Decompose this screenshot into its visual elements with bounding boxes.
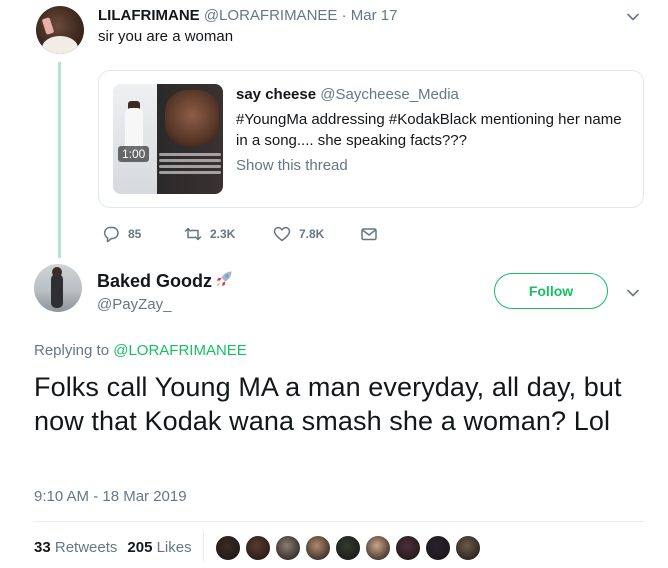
chevron-down-icon[interactable]: [626, 286, 640, 300]
stats-vertical-separator: [203, 532, 204, 562]
author-name-text: Baked Goodz: [97, 271, 213, 291]
parent-author-name[interactable]: LILAFRIMANE: [98, 7, 200, 24]
quoted-author-name[interactable]: say cheese: [236, 86, 316, 103]
parent-tweet-header: LILAFRIMANE @LORAFRIMANEE · Mar 17: [98, 7, 397, 24]
parent-author-avatar[interactable]: [36, 6, 84, 54]
liker-avatar[interactable]: [334, 534, 362, 562]
direct-message-action[interactable]: [360, 225, 378, 243]
retweet-icon: [184, 227, 202, 241]
likes-label: Likes: [156, 539, 192, 556]
quoted-tweet-card[interactable]: 1:00 say cheese @Saycheese_Media #YoungM…: [98, 70, 644, 208]
retweet-action[interactable]: 2.3K: [184, 225, 235, 243]
video-duration-badge: 1:00: [118, 146, 150, 162]
liker-avatar[interactable]: [424, 534, 452, 562]
retweets-stat[interactable]: 33 Retweets: [34, 539, 117, 556]
avatar-shirt-shape: [42, 36, 78, 54]
tweet-text: Folks call Young MA a man everyday, all …: [34, 372, 622, 436]
liker-avatar[interactable]: [274, 534, 302, 562]
thread-connector-line: [58, 62, 61, 258]
quoted-tweet-text: #YoungMa addressing #KodakBlack mentioni…: [236, 111, 622, 149]
replying-to-prefix: Replying to: [34, 342, 110, 359]
quoted-video-thumbnail[interactable]: 1:00: [113, 84, 223, 194]
chevron-down-icon[interactable]: [626, 10, 640, 24]
reply-bubble-icon: [103, 226, 119, 243]
header-separator: ·: [341, 7, 347, 24]
liker-avatar[interactable]: [214, 534, 242, 562]
parent-author-handle[interactable]: @LORAFRIMANEE: [204, 7, 338, 24]
liker-avatar[interactable]: [364, 534, 392, 562]
retweet-count: 2.3K: [210, 227, 236, 241]
likes-stat[interactable]: 205 Likes: [127, 539, 191, 556]
avatar-phone-shape: [41, 17, 55, 35]
likes-count: 205: [127, 539, 153, 556]
author-name[interactable]: Baked Goodz: [97, 269, 234, 292]
quoted-tweet-header: say cheese @Saycheese_Media: [236, 86, 459, 103]
author-avatar[interactable]: [34, 264, 82, 312]
like-action[interactable]: 7.8K: [273, 225, 324, 243]
thumbnail-chat-overlay: [159, 150, 221, 180]
retweets-count: 33: [34, 539, 51, 556]
quoted-author-handle[interactable]: @Saycheese_Media: [320, 86, 459, 103]
stats-divider: [34, 521, 644, 522]
like-count: 7.8K: [299, 227, 325, 241]
tweet-timestamp[interactable]: 9:10 AM - 18 Mar 2019: [34, 488, 187, 505]
parent-tweet-date[interactable]: Mar 17: [351, 7, 398, 24]
liker-avatar[interactable]: [454, 534, 482, 562]
follow-button[interactable]: Follow: [494, 273, 608, 309]
reply-action[interactable]: 85: [102, 225, 141, 243]
reply-count: 85: [128, 227, 142, 241]
avatar-body-shape: [51, 274, 63, 308]
replying-to-line: Replying to @LORAFRIMANEE: [34, 342, 247, 359]
rocket-emoji-icon: [216, 271, 232, 287]
liker-avatar[interactable]: [394, 534, 422, 562]
envelope-icon: [361, 228, 377, 241]
thumbnail-face: [165, 90, 219, 146]
liker-avatar[interactable]: [244, 534, 272, 562]
author-handle[interactable]: @PayZay_: [97, 296, 171, 313]
heart-icon: [273, 226, 291, 242]
tweet-stats: 33 Retweets 205 Likes: [34, 539, 192, 556]
parent-tweet-text: sir you are a woman: [98, 28, 234, 45]
liker-avatar[interactable]: [304, 534, 332, 562]
show-thread-link[interactable]: Show this thread: [236, 157, 348, 174]
replying-to-link[interactable]: @LORAFRIMANEE: [113, 342, 247, 359]
retweets-label: Retweets: [54, 539, 118, 556]
